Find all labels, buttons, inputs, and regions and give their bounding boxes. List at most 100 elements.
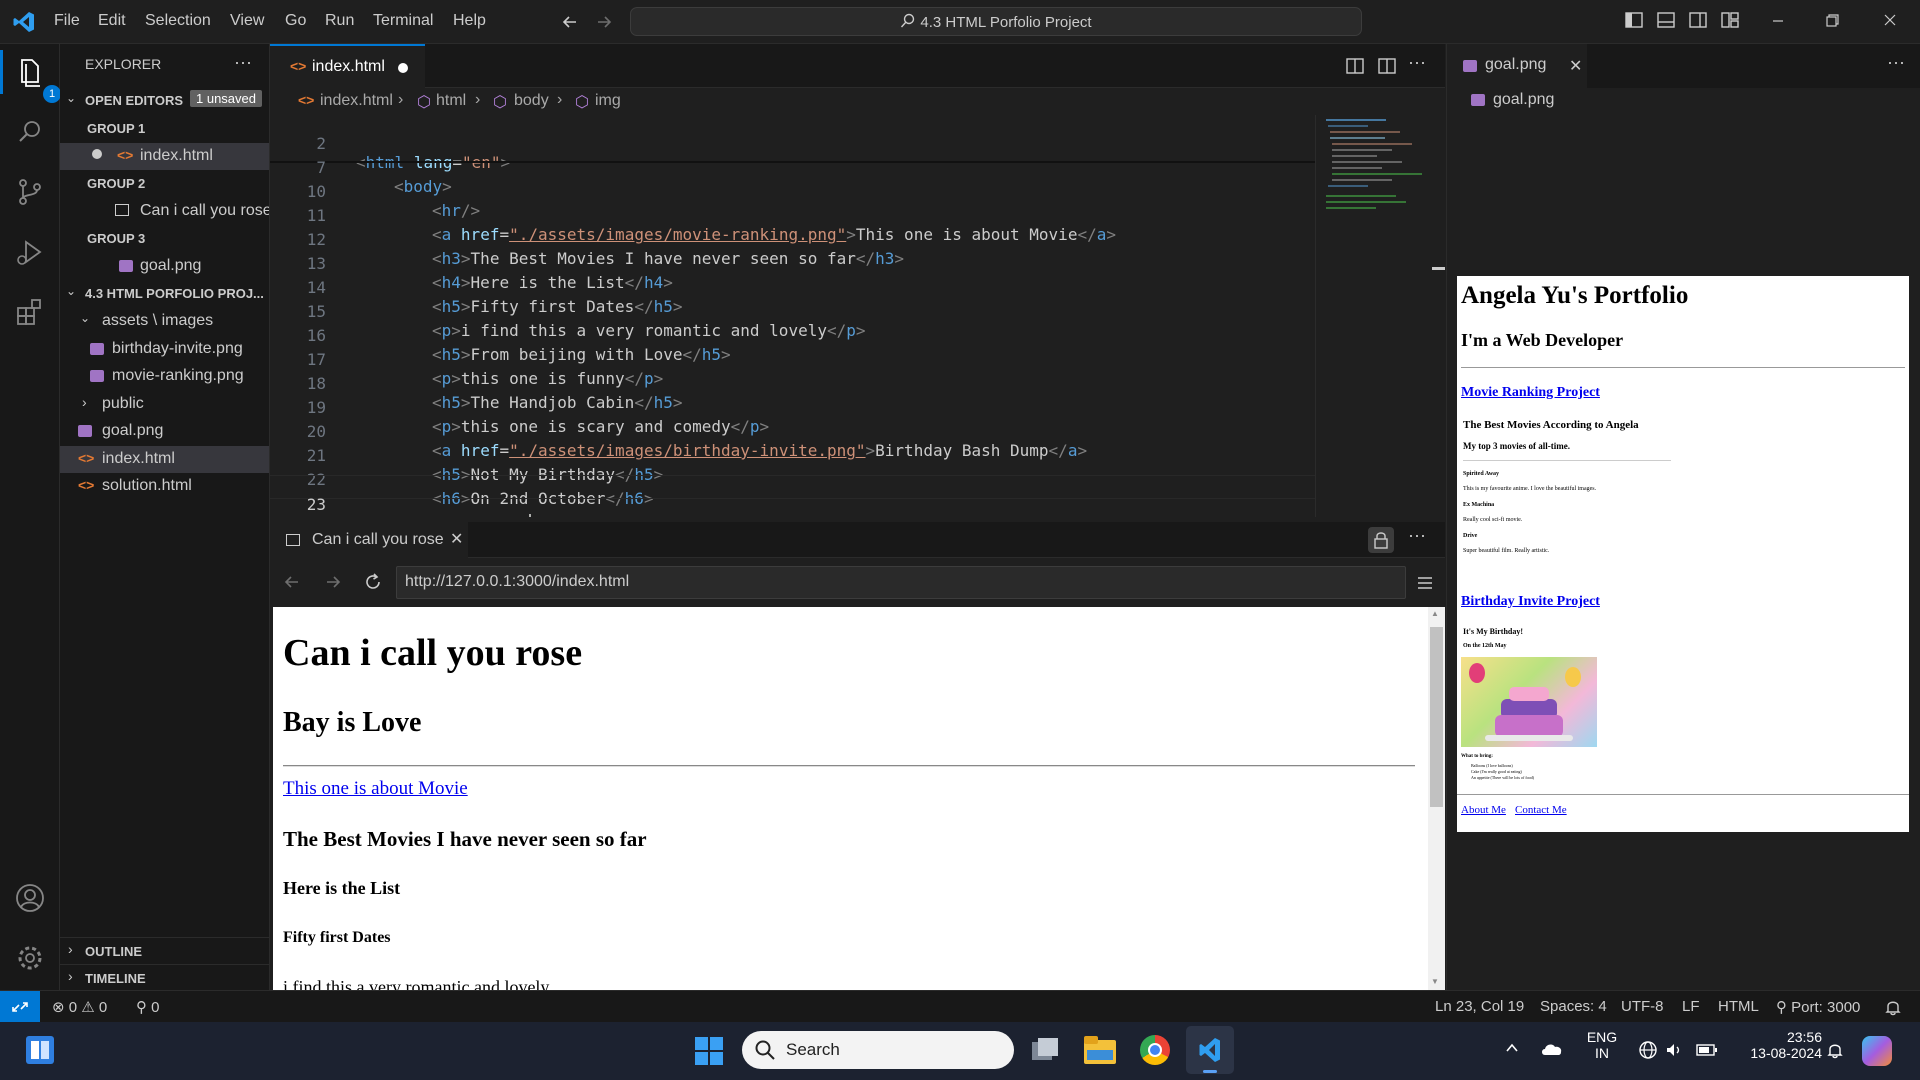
scroll-thumb[interactable] — [1430, 627, 1443, 807]
menu-edit[interactable]: Edit — [98, 12, 126, 30]
editor-scrollbar[interactable] — [1430, 115, 1445, 517]
group-2-header[interactable]: GROUP 2 — [60, 171, 269, 198]
notifications-bell-icon[interactable] — [1884, 998, 1902, 1016]
browser-forward-icon[interactable] — [323, 572, 343, 592]
open-preview-icon[interactable] — [1345, 56, 1365, 76]
remote-indicator-icon[interactable] — [0, 991, 40, 1023]
minimize-icon[interactable] — [1768, 10, 1792, 34]
toggle-secondary-sidebar-icon[interactable] — [1688, 10, 1712, 34]
problems-indicator[interactable]: ⊗ 0 ⚠ 0 — [52, 998, 107, 1016]
minimap[interactable] — [1315, 115, 1430, 517]
unsaved-dot-icon[interactable] — [398, 63, 408, 73]
scroll-down-icon[interactable]: ▼ — [1431, 977, 1439, 986]
open-editors-header[interactable]: ⌄ OPEN EDITORS 1 unsaved — [60, 88, 269, 115]
group-3-header[interactable]: GROUP 3 — [60, 226, 269, 253]
browser-back-icon[interactable] — [282, 572, 302, 592]
encoding[interactable]: UTF-8 — [1621, 998, 1664, 1015]
source-control-icon[interactable] — [12, 174, 48, 210]
outline-header[interactable]: › OUTLINE — [60, 937, 269, 964]
breadcrumb-file[interactable]: index.html — [320, 92, 393, 110]
reload-icon[interactable] — [363, 572, 383, 592]
search-icon[interactable] — [12, 114, 48, 150]
toggle-panel-icon[interactable] — [1656, 10, 1680, 34]
page-scrollbar[interactable]: ▲ ▼ — [1428, 607, 1445, 990]
more-actions-icon[interactable]: ··· — [234, 52, 252, 73]
split-editor-icon[interactable] — [1377, 56, 1397, 76]
more-actions-icon[interactable]: ··· — [1887, 52, 1905, 73]
page-link[interactable]: This one is about Movie — [283, 778, 468, 800]
open-editor-preview[interactable]: Can i call you rose — [60, 198, 269, 225]
menu-terminal[interactable]: Terminal — [373, 12, 433, 30]
close-tab-icon[interactable]: ✕ — [450, 529, 463, 549]
open-editor-goal-png[interactable]: goal.png — [60, 253, 269, 280]
clock[interactable]: 23:56 13-08-2024 — [1742, 1029, 1822, 1061]
language-mode[interactable]: HTML — [1718, 998, 1759, 1015]
tree-file-index-html[interactable]: <> index.html — [60, 446, 269, 473]
battery-icon[interactable] — [1696, 1043, 1718, 1057]
breadcrumb-body[interactable]: body — [514, 92, 549, 110]
windows-start-icon[interactable] — [694, 1036, 724, 1066]
menu-help[interactable]: Help — [453, 12, 486, 30]
end-of-line[interactable]: LF — [1682, 998, 1700, 1015]
tree-folder-public[interactable]: › public — [60, 391, 269, 418]
lock-icon[interactable] — [1368, 527, 1394, 553]
chrome-icon[interactable] — [1140, 1035, 1170, 1065]
menu-selection[interactable]: Selection — [145, 12, 211, 30]
restore-icon[interactable] — [1822, 10, 1846, 34]
tree-file-movie-ranking[interactable]: movie-ranking.png — [60, 363, 269, 390]
live-server-port[interactable]: ⚲ Port: 3000 — [1776, 998, 1860, 1016]
extensions-icon[interactable] — [12, 294, 48, 330]
settings-gear-icon[interactable] — [12, 940, 48, 976]
account-icon[interactable] — [12, 880, 48, 916]
customize-layout-icon[interactable] — [1720, 10, 1744, 34]
explorer-icon[interactable]: 1 — [12, 54, 61, 103]
tab-index-html[interactable]: <> index.html — [270, 44, 425, 88]
file-explorer-icon[interactable] — [1084, 1036, 1116, 1064]
chevron-up-icon[interactable] — [1504, 1040, 1520, 1056]
taskbar-search[interactable]: Search — [742, 1031, 1014, 1069]
scroll-up-icon[interactable]: ▲ — [1431, 609, 1439, 618]
notification-bell-icon[interactable] — [1826, 1041, 1844, 1059]
command-center[interactable]: 4.3 HTML Porfolio Project — [630, 7, 1362, 36]
tab-preview[interactable]: Can i call you rose ✕ — [270, 522, 468, 558]
menu-go[interactable]: Go — [285, 12, 306, 30]
open-editor-index-html[interactable]: <> index.html — [60, 143, 269, 170]
tree-file-birthday-invite[interactable]: birthday-invite.png — [60, 336, 269, 363]
timeline-header[interactable]: › TIMELINE — [60, 964, 269, 990]
tree-folder-assets-images[interactable]: ⌄ assets \ images — [60, 308, 269, 335]
vscode-taskbar-icon[interactable] — [1186, 1026, 1234, 1074]
close-window-icon[interactable] — [1880, 10, 1904, 34]
more-actions-icon[interactable]: ··· — [1408, 525, 1426, 546]
tree-file-solution-html[interactable]: <> solution.html — [60, 473, 269, 500]
run-debug-icon[interactable] — [12, 234, 48, 270]
menu-view[interactable]: View — [230, 12, 264, 30]
more-actions-icon[interactable]: ··· — [1408, 52, 1426, 73]
cursor-position[interactable]: Ln 23, Col 19 — [1435, 998, 1524, 1015]
volume-icon[interactable] — [1664, 1040, 1684, 1060]
tree-file-goal-png[interactable]: goal.png — [60, 418, 269, 445]
ports-indicator[interactable]: ⚲ 0 — [136, 998, 160, 1016]
indentation[interactable]: Spaces: 4 — [1540, 998, 1607, 1015]
widgets-icon[interactable] — [26, 1036, 54, 1064]
close-tab-icon[interactable]: ✕ — [1569, 56, 1582, 76]
menu-icon[interactable] — [1416, 574, 1434, 592]
breadcrumb-img[interactable]: img — [595, 92, 621, 110]
browser-page[interactable]: Can i call you rose Bay is Love This one… — [273, 607, 1428, 990]
code-editor[interactable]: 2 <html lang="en"> 7 <body> 10 <hr/> 11 … — [270, 115, 1315, 517]
project-folder-header[interactable]: ⌄ 4.3 HTML PORFOLIO PROJ... — [60, 281, 269, 308]
breadcrumb-html[interactable]: html — [436, 92, 466, 110]
group-1-header[interactable]: GROUP 1 — [60, 116, 269, 143]
tab-goal-png[interactable]: goal.png ✕ — [1447, 44, 1587, 88]
url-input[interactable]: http://127.0.0.1:3000/index.html — [396, 566, 1406, 599]
onedrive-cloud-icon[interactable] — [1540, 1039, 1564, 1059]
scroll-thumb[interactable] — [1432, 267, 1445, 270]
forward-arrow-icon[interactable] — [594, 12, 614, 32]
menu-file[interactable]: File — [54, 12, 80, 30]
back-arrow-icon[interactable] — [560, 12, 580, 32]
copilot-icon[interactable] — [1862, 1036, 1892, 1066]
task-view-icon[interactable] — [1030, 1036, 1060, 1064]
menu-run[interactable]: Run — [325, 12, 354, 30]
language-indicator[interactable]: ENG IN — [1585, 1029, 1619, 1061]
network-globe-icon[interactable] — [1638, 1040, 1658, 1060]
toggle-sidebar-icon[interactable] — [1624, 10, 1648, 34]
